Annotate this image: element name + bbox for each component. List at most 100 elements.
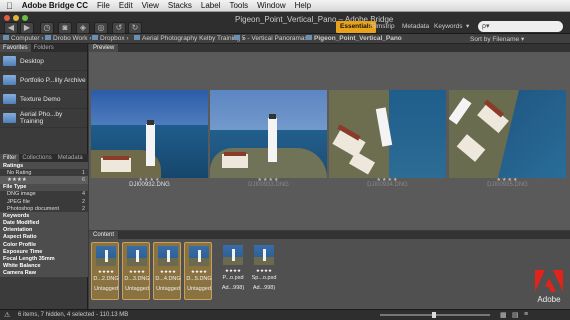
- thumbnail-rating-stars[interactable]: ★★★★: [92, 269, 120, 275]
- filter-category[interactable]: Exposure Time: [0, 248, 88, 256]
- tab-favorites[interactable]: Favorites: [0, 44, 31, 52]
- tab-collections[interactable]: Collections: [19, 154, 54, 162]
- preview-image: [329, 90, 446, 178]
- refine-button[interactable]: ◈: [76, 22, 90, 34]
- preview-item[interactable]: DJI00933.DNG: [210, 90, 327, 230]
- favorite-item-desktop[interactable]: Desktop: [0, 52, 87, 71]
- status-bar: ⚠ 6 items, 7 hidden, 4 selected - 110.13…: [0, 309, 570, 320]
- crumb-dropbox[interactable]: Dropbox ›: [92, 35, 129, 42]
- preview-image: [449, 90, 566, 178]
- menu-edit[interactable]: Edit: [119, 1, 133, 10]
- filter-option[interactable]: JPEG file 2: [0, 197, 88, 206]
- preview-rating-stars[interactable]: ★★★★: [91, 177, 208, 183]
- menu-file[interactable]: File: [97, 1, 110, 10]
- filter-option[interactable]: ★★★★ 6: [0, 176, 88, 184]
- thumbnail-rating-stars[interactable]: ★★★★: [123, 269, 151, 275]
- thumbnail-rating-stars[interactable]: ★★★★: [250, 268, 278, 274]
- minimize-window-button[interactable]: [13, 15, 19, 21]
- preview-image: [210, 90, 327, 178]
- crumb-aerial-training[interactable]: Aerial Photography Kelby Training ›: [134, 35, 244, 42]
- tab-filter[interactable]: Filter: [0, 154, 20, 162]
- preview-rating-stars[interactable]: ★★★★: [449, 177, 566, 183]
- filter-label: Camera Raw: [3, 270, 37, 277]
- menu-view[interactable]: View: [142, 1, 159, 10]
- back-arrow-icon: ◀: [7, 23, 15, 32]
- thumbnail-label: Untagged: [156, 286, 180, 292]
- menu-tools[interactable]: Tools: [229, 1, 248, 10]
- thumbnail-filename: D...5.DNG: [186, 276, 212, 282]
- favorite-item-aerial-training[interactable]: Aerial Pho...by Training: [0, 109, 87, 128]
- filter-option[interactable]: DNG image 4: [0, 190, 88, 198]
- filter-category[interactable]: Focal Length 35mm: [0, 255, 88, 263]
- menu-label[interactable]: Label: [201, 1, 221, 10]
- favorite-item-texture-demo[interactable]: Texture Demo: [0, 90, 87, 109]
- filter-category[interactable]: Camera Raw: [0, 269, 88, 277]
- forward-button[interactable]: ▶: [20, 22, 34, 34]
- camera-import-button[interactable]: ◙: [58, 22, 72, 34]
- recent-folders-button[interactable]: ◷: [40, 22, 54, 34]
- crumb-computer[interactable]: Computer ›: [3, 35, 44, 42]
- preview-item[interactable]: DJI00934.DNG: [329, 90, 446, 230]
- tab-metadata[interactable]: Metadata: [398, 21, 433, 33]
- filter-category[interactable]: Date Modified: [0, 219, 88, 227]
- thumbnail-filename: P...o.psd: [222, 275, 244, 281]
- workspace-menu-chevron-icon[interactable]: ▾: [462, 21, 473, 33]
- thumbnail[interactable]: ★★★★ D...3.DNG Untagged: [122, 242, 150, 300]
- tab-folders[interactable]: Folders: [31, 44, 57, 52]
- sort-dropdown[interactable]: Sort by Filename ▾: [470, 35, 524, 43]
- crumb-vertical-panoramas[interactable]: 5 - Vertical Panoramas ›: [234, 35, 312, 42]
- menu-stacks[interactable]: Stacks: [168, 1, 192, 10]
- tab-preview[interactable]: Preview: [89, 44, 119, 52]
- adobe-logo-text: Adobe: [537, 295, 561, 304]
- tab-metadata-panel[interactable]: Metadata: [55, 154, 86, 162]
- crumb-current-folder[interactable]: Pigeon_Point_Vertical_Pano: [306, 35, 402, 42]
- back-button[interactable]: ◀: [4, 22, 18, 34]
- crumb-drobo[interactable]: Drobo Work ›: [45, 35, 92, 42]
- filter-category[interactable]: File Type: [0, 183, 88, 191]
- preview-item[interactable]: DJI00932.DNG: [91, 90, 208, 230]
- filter-option[interactable]: Photoshop document 2: [0, 205, 88, 213]
- filter-category[interactable]: Orientation: [0, 226, 88, 234]
- filter-category[interactable]: Aspect Ratio: [0, 233, 88, 242]
- thumbnail-rating-stars[interactable]: ★★★★: [219, 268, 247, 274]
- filter-category[interactable]: Ratings: [0, 162, 88, 170]
- close-window-button[interactable]: [4, 15, 10, 21]
- filter-category[interactable]: Keywords: [0, 212, 88, 220]
- tab-filmstrip[interactable]: Filmstrip: [366, 21, 399, 33]
- open-in-camera-raw-button[interactable]: ◎: [94, 22, 108, 34]
- thumbnail[interactable]: ★★★★ Sp...o.psd Ad...998): [250, 242, 278, 300]
- rotate-right-button[interactable]: ↻: [128, 22, 142, 34]
- filter-count: 2: [81, 198, 85, 205]
- filter-label: ★★★★: [7, 176, 27, 183]
- favorite-item-portfolio[interactable]: Portfolio P...lity Archive: [0, 71, 87, 90]
- view-grid-icon[interactable]: ▦: [500, 311, 507, 319]
- status-warning-icon: ⚠: [4, 312, 11, 319]
- search-input[interactable]: ρ▾: [478, 21, 563, 32]
- folder-icon: [3, 113, 16, 123]
- menu-help[interactable]: Help: [295, 1, 311, 10]
- preview-rating-stars[interactable]: ★★★★: [329, 177, 446, 183]
- menu-window[interactable]: Window: [257, 1, 285, 10]
- thumbnail-image: [223, 245, 243, 265]
- tab-content[interactable]: Content: [89, 231, 119, 239]
- rotate-left-button[interactable]: ↺: [112, 22, 126, 34]
- thumbnail-rating-stars[interactable]: ★★★★: [185, 269, 213, 275]
- slider-handle[interactable]: [432, 312, 436, 318]
- view-details-icon[interactable]: ▤: [512, 311, 519, 319]
- filter-count: 2: [81, 205, 85, 212]
- thumbnail[interactable]: ★★★★ D...2.DNG Untagged: [91, 242, 119, 300]
- menu-app-name[interactable]: Adobe Bridge CC: [22, 1, 88, 10]
- thumbnail-rating-stars[interactable]: ★★★★: [154, 269, 182, 275]
- preview-rating-stars[interactable]: ★★★★: [210, 177, 327, 183]
- view-list-icon[interactable]: ≡: [524, 311, 528, 318]
- window-controls: [4, 15, 28, 21]
- zoom-window-button[interactable]: [22, 15, 28, 21]
- preview-item[interactable]: DJI00935.DNG: [449, 90, 566, 230]
- thumbnail[interactable]: ★★★★ D...5.DNG Untagged: [184, 242, 212, 300]
- filter-option[interactable]: No Rating 1: [0, 169, 88, 177]
- apple-menu-icon[interactable]: : [6, 1, 13, 11]
- thumbnail[interactable]: ★★★★ P...o.psd Ad...998): [219, 242, 247, 300]
- filter-category[interactable]: Color Profile: [0, 241, 88, 249]
- thumbnail[interactable]: ★★★★ D...4.DNG Untagged: [153, 242, 181, 300]
- filter-category[interactable]: White Balance: [0, 262, 88, 270]
